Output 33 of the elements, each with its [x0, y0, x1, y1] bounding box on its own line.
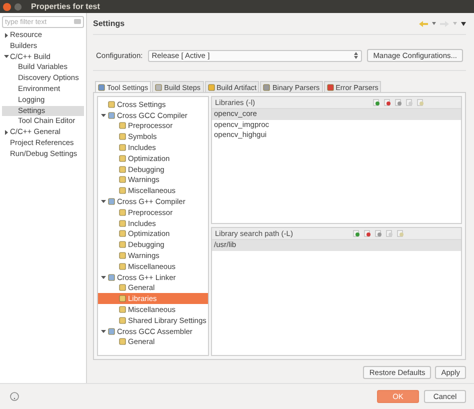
- tab-icon: [263, 84, 270, 90]
- tab-icon: [326, 84, 334, 90]
- spinner-arrows-icon: [354, 52, 358, 59]
- tool-icon: [108, 112, 115, 119]
- list-action-icon[interactable]: [373, 99, 380, 106]
- expand-arrow-icon[interactable]: [4, 54, 8, 60]
- expand-arrow-icon[interactable]: [4, 130, 8, 136]
- view-menu-icon[interactable]: [461, 22, 466, 26]
- tab-icon: [98, 84, 105, 90]
- close-icon[interactable]: [3, 2, 11, 10]
- window-title: Properties for test: [31, 2, 100, 11]
- list-action-icon[interactable]: [384, 99, 391, 106]
- dropdown-caret-icon[interactable]: [432, 22, 436, 25]
- tab-icon: [155, 84, 162, 90]
- tool-icon: [108, 198, 115, 206]
- list-action-icon[interactable]: [375, 230, 382, 237]
- expand-arrow-icon[interactable]: [101, 112, 106, 118]
- minimize-icon[interactable]: [14, 2, 22, 10]
- settings-page-icon: [108, 100, 115, 108]
- dropdown-caret-icon[interactable]: [453, 22, 457, 25]
- expand-arrow-icon[interactable]: [101, 328, 106, 334]
- help-icon[interactable]: [10, 392, 19, 401]
- list-action-icon[interactable]: [353, 230, 360, 237]
- list-action-icon[interactable]: [364, 230, 371, 237]
- expand-arrow-icon[interactable]: [4, 32, 8, 38]
- tool-icon: [108, 274, 115, 281]
- expand-arrow-icon[interactable]: [101, 274, 106, 280]
- settings-page-icon: [119, 338, 126, 346]
- page-title: Settings: [93, 19, 125, 28]
- list-action-icon[interactable]: [395, 99, 402, 106]
- tool-icon: [108, 328, 115, 335]
- tab-icon: [208, 84, 215, 90]
- expand-arrow-icon[interactable]: [101, 199, 106, 204]
